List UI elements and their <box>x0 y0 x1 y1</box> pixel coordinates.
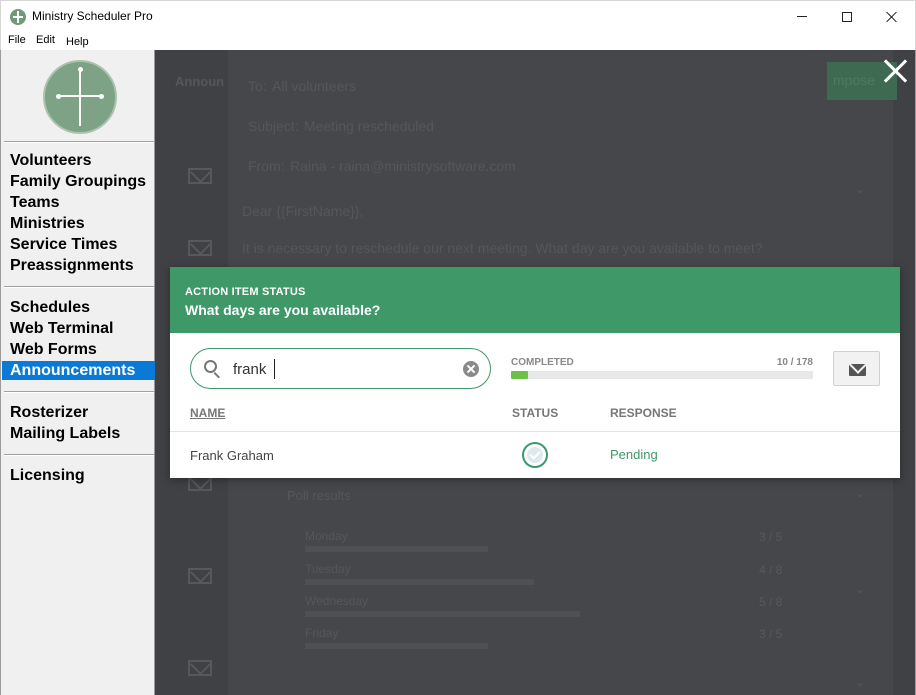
menu-edit[interactable]: Edit <box>36 34 55 46</box>
dialog-kicker: ACTION ITEM STATUS <box>185 286 306 298</box>
table-row-response: Pending <box>610 447 658 462</box>
nav-divider <box>4 391 154 393</box>
poll-heading: Poll results <box>287 488 351 503</box>
envelope-icon <box>188 660 212 676</box>
search-icon <box>204 360 221 379</box>
nav-divider <box>4 454 154 456</box>
sidebar-item-mailing-labels[interactable]: Mailing Labels <box>2 424 155 443</box>
poll-option-bar <box>305 546 488 552</box>
nav-divider <box>4 286 154 288</box>
to-label: To: <box>248 78 267 94</box>
table-divider <box>170 431 900 432</box>
sidebar-item-service-times[interactable]: Service Times <box>2 235 155 254</box>
sidebar-item-preassignments[interactable]: Preassignments <box>2 256 155 275</box>
search-input[interactable] <box>233 359 453 379</box>
from-label: From: <box>248 158 285 174</box>
ministry-logo-icon <box>43 60 117 134</box>
poll-option-count: 5 / 8 <box>759 595 783 609</box>
sidebar-item-ministries[interactable]: Ministries <box>2 214 155 233</box>
envelope-icon <box>849 364 866 376</box>
viewed-check-icon <box>522 442 548 468</box>
sidebar-item-web-terminal[interactable]: Web Terminal <box>2 319 155 338</box>
progress-bar <box>511 371 813 379</box>
sidebar-item-announcements[interactable]: Announcements <box>2 361 155 380</box>
close-icon <box>886 11 898 23</box>
sidebar-item-web-forms[interactable]: Web Forms <box>2 340 155 359</box>
to-value: All volunteers <box>272 78 357 94</box>
text-caret <box>274 359 275 379</box>
from-value: Raina - raina@ministrysoftware.com <box>290 158 516 174</box>
minimize-button[interactable] <box>779 1 825 32</box>
sidebar-item-teams[interactable]: Teams <box>2 193 155 212</box>
app-logo-icon <box>10 9 26 25</box>
chevron-down-icon: ⌄ <box>855 486 866 500</box>
poll-option-count: 4 / 8 <box>759 563 783 577</box>
poll-option-count: 3 / 5 <box>759 627 783 641</box>
poll-option-bar <box>305 579 534 585</box>
menu-file[interactable]: File <box>8 34 26 46</box>
poll-option-bar <box>305 643 488 649</box>
envelope-icon <box>188 240 212 256</box>
poll-option-label: Tuesday <box>305 562 351 576</box>
announcements-tab: Announ <box>175 74 225 89</box>
progress-bar-fill <box>511 371 528 379</box>
maximize-button[interactable] <box>824 1 870 32</box>
menu-help[interactable]: Help <box>66 36 89 48</box>
progress-label: COMPLETED <box>511 357 574 368</box>
column-header-name[interactable]: NAME <box>190 406 225 420</box>
sidebar-item-volunteers[interactable]: Volunteers <box>2 151 155 170</box>
chevron-down-icon: ⌄ <box>855 582 866 596</box>
poll-option-bar <box>305 611 580 617</box>
poll-option-label: Monday <box>305 529 348 543</box>
minimize-icon <box>797 16 807 17</box>
chevron-down-icon: ⌄ <box>855 182 866 196</box>
envelope-icon <box>188 568 212 584</box>
table-row-name: Frank Graham <box>190 448 274 463</box>
clear-search-icon[interactable] <box>463 361 479 377</box>
column-header-status: STATUS <box>512 406 559 420</box>
poll-option-label: Wednesday <box>305 594 369 608</box>
progress-count: 10 / 178 <box>776 357 813 368</box>
poll-option-count: 3 / 5 <box>759 530 783 544</box>
email-button[interactable] <box>833 351 880 386</box>
sidebar-item-rosterizer[interactable]: Rosterizer <box>2 403 155 422</box>
subject-label: Subject: <box>248 118 299 134</box>
maximize-icon <box>842 11 852 22</box>
window-title: Ministry Scheduler Pro <box>32 9 153 23</box>
action-item-status-dialog: ACTION ITEM STATUS What days are you ava… <box>170 267 900 478</box>
dialog-header: ACTION ITEM STATUS What days are you ava… <box>170 267 900 333</box>
title-bar: Ministry Scheduler Pro <box>0 0 916 31</box>
sidebar: Volunteers Family Groupings Teams Minist… <box>0 50 155 695</box>
sidebar-item-schedules[interactable]: Schedules <box>2 298 155 317</box>
nav-divider <box>4 141 154 143</box>
close-window-button[interactable] <box>869 1 915 32</box>
sidebar-item-family-groupings[interactable]: Family Groupings <box>2 172 155 191</box>
sidebar-item-licensing[interactable]: Licensing <box>2 466 155 485</box>
chevron-down-icon: ⌄ <box>855 675 866 689</box>
close-icon <box>883 59 907 83</box>
menu-bar: File Edit Help <box>0 31 916 50</box>
column-header-response: RESPONSE <box>610 406 677 420</box>
search-box[interactable] <box>190 348 491 389</box>
message-greeting: Dear {{FirstName}}, <box>242 203 364 219</box>
envelope-icon <box>188 168 212 184</box>
close-overlay-button[interactable] <box>876 51 914 91</box>
subject-value: Meeting rescheduled <box>304 118 434 134</box>
poll-option-label: Friday <box>305 626 339 640</box>
dialog-title: What days are you available? <box>185 302 381 318</box>
message-body: It is necessary to reschedule our next m… <box>242 240 763 256</box>
